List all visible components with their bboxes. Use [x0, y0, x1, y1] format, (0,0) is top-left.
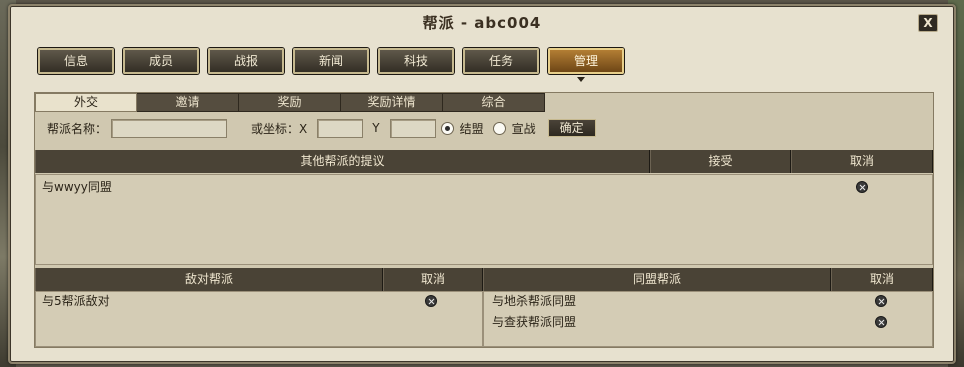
proposal-row-text: 与wwyy同盟	[42, 180, 112, 194]
main-tabs: 信息 成员 战报 新闻 科技 任务 管理	[38, 48, 624, 76]
cancel-icon[interactable]	[875, 295, 887, 307]
diplomacy-form: 帮派名称： 或坐标：X Y 结盟 宣战 确定	[35, 115, 933, 141]
hostile-header: 敌对帮派 取消	[35, 268, 483, 291]
guild-name-input[interactable]	[111, 118, 228, 138]
cancel-icon[interactable]	[875, 316, 887, 328]
guild-name-label: 帮派名称：	[47, 121, 108, 136]
guild-window: 帮派 - abc004 X 信息 成员 战报 新闻 科技 任务 管理 外交 邀请…	[8, 4, 956, 364]
proposals-cancel-header: 取消	[791, 150, 933, 173]
proposals-header: 其他帮派的提议 接受 取消	[35, 150, 933, 173]
hostile-row-text: 与5帮派敌对	[42, 294, 110, 308]
cancel-icon[interactable]	[856, 181, 868, 193]
tab-info[interactable]: 信息	[38, 48, 114, 74]
allied-title-header: 同盟帮派	[483, 268, 831, 291]
window-title: 帮派 - abc004	[422, 14, 542, 32]
subtab-reward-details[interactable]: 奖励详情	[341, 93, 443, 112]
proposals-title-header: 其他帮派的提议	[35, 150, 650, 173]
hostile-title-header: 敌对帮派	[35, 268, 383, 291]
alliance-radio[interactable]	[440, 121, 454, 135]
sub-tabs: 外交 邀请 奖励 奖励详情 综合	[35, 93, 545, 113]
proposals-accept-header: 接受	[650, 150, 791, 173]
allied-row-text-2: 与查获帮派同盟	[492, 315, 577, 329]
close-button[interactable]: X	[918, 14, 938, 32]
subtab-rewards[interactable]: 奖励	[239, 93, 341, 112]
coord-y-label: Y	[372, 121, 380, 135]
active-tab-pointer-icon	[577, 77, 585, 82]
hostile-cancel-header: 取消	[383, 268, 483, 291]
hostile-list: 与5帮派敌对	[35, 291, 483, 347]
cancel-icon[interactable]	[425, 295, 437, 307]
title-bar: 帮派 - abc004 X	[10, 6, 954, 36]
allied-row-text-1: 与地杀帮派同盟	[492, 294, 577, 308]
subtab-diplomacy[interactable]: 外交	[35, 93, 137, 112]
coord-x-label: 或坐标：X	[251, 121, 308, 136]
tab-battle-reports[interactable]: 战报	[208, 48, 284, 74]
tab-news[interactable]: 新闻	[293, 48, 369, 74]
tab-technology[interactable]: 科技	[378, 48, 454, 74]
war-label: 宣战	[511, 121, 536, 136]
confirm-button[interactable]: 确定	[547, 119, 596, 137]
subtab-invite[interactable]: 邀请	[137, 93, 239, 112]
coord-y-input[interactable]	[389, 118, 436, 138]
allied-cancel-header: 取消	[831, 268, 933, 291]
proposals-list: 与wwyy同盟	[35, 174, 933, 265]
tab-tasks[interactable]: 任务	[463, 48, 539, 74]
alliance-label: 结盟	[459, 121, 484, 136]
allied-header: 同盟帮派 取消	[483, 268, 933, 291]
allied-list: 与地杀帮派同盟 与查获帮派同盟	[483, 291, 933, 347]
tab-management[interactable]: 管理	[548, 48, 624, 74]
war-radio[interactable]	[492, 121, 506, 135]
tab-members[interactable]: 成员	[123, 48, 199, 74]
diplomacy-panel: 外交 邀请 奖励 奖励详情 综合 帮派名称： 或坐标：X Y 结盟 宣战 确定 …	[34, 92, 934, 348]
subtab-general[interactable]: 综合	[443, 93, 545, 112]
coord-x-input[interactable]	[317, 118, 364, 138]
